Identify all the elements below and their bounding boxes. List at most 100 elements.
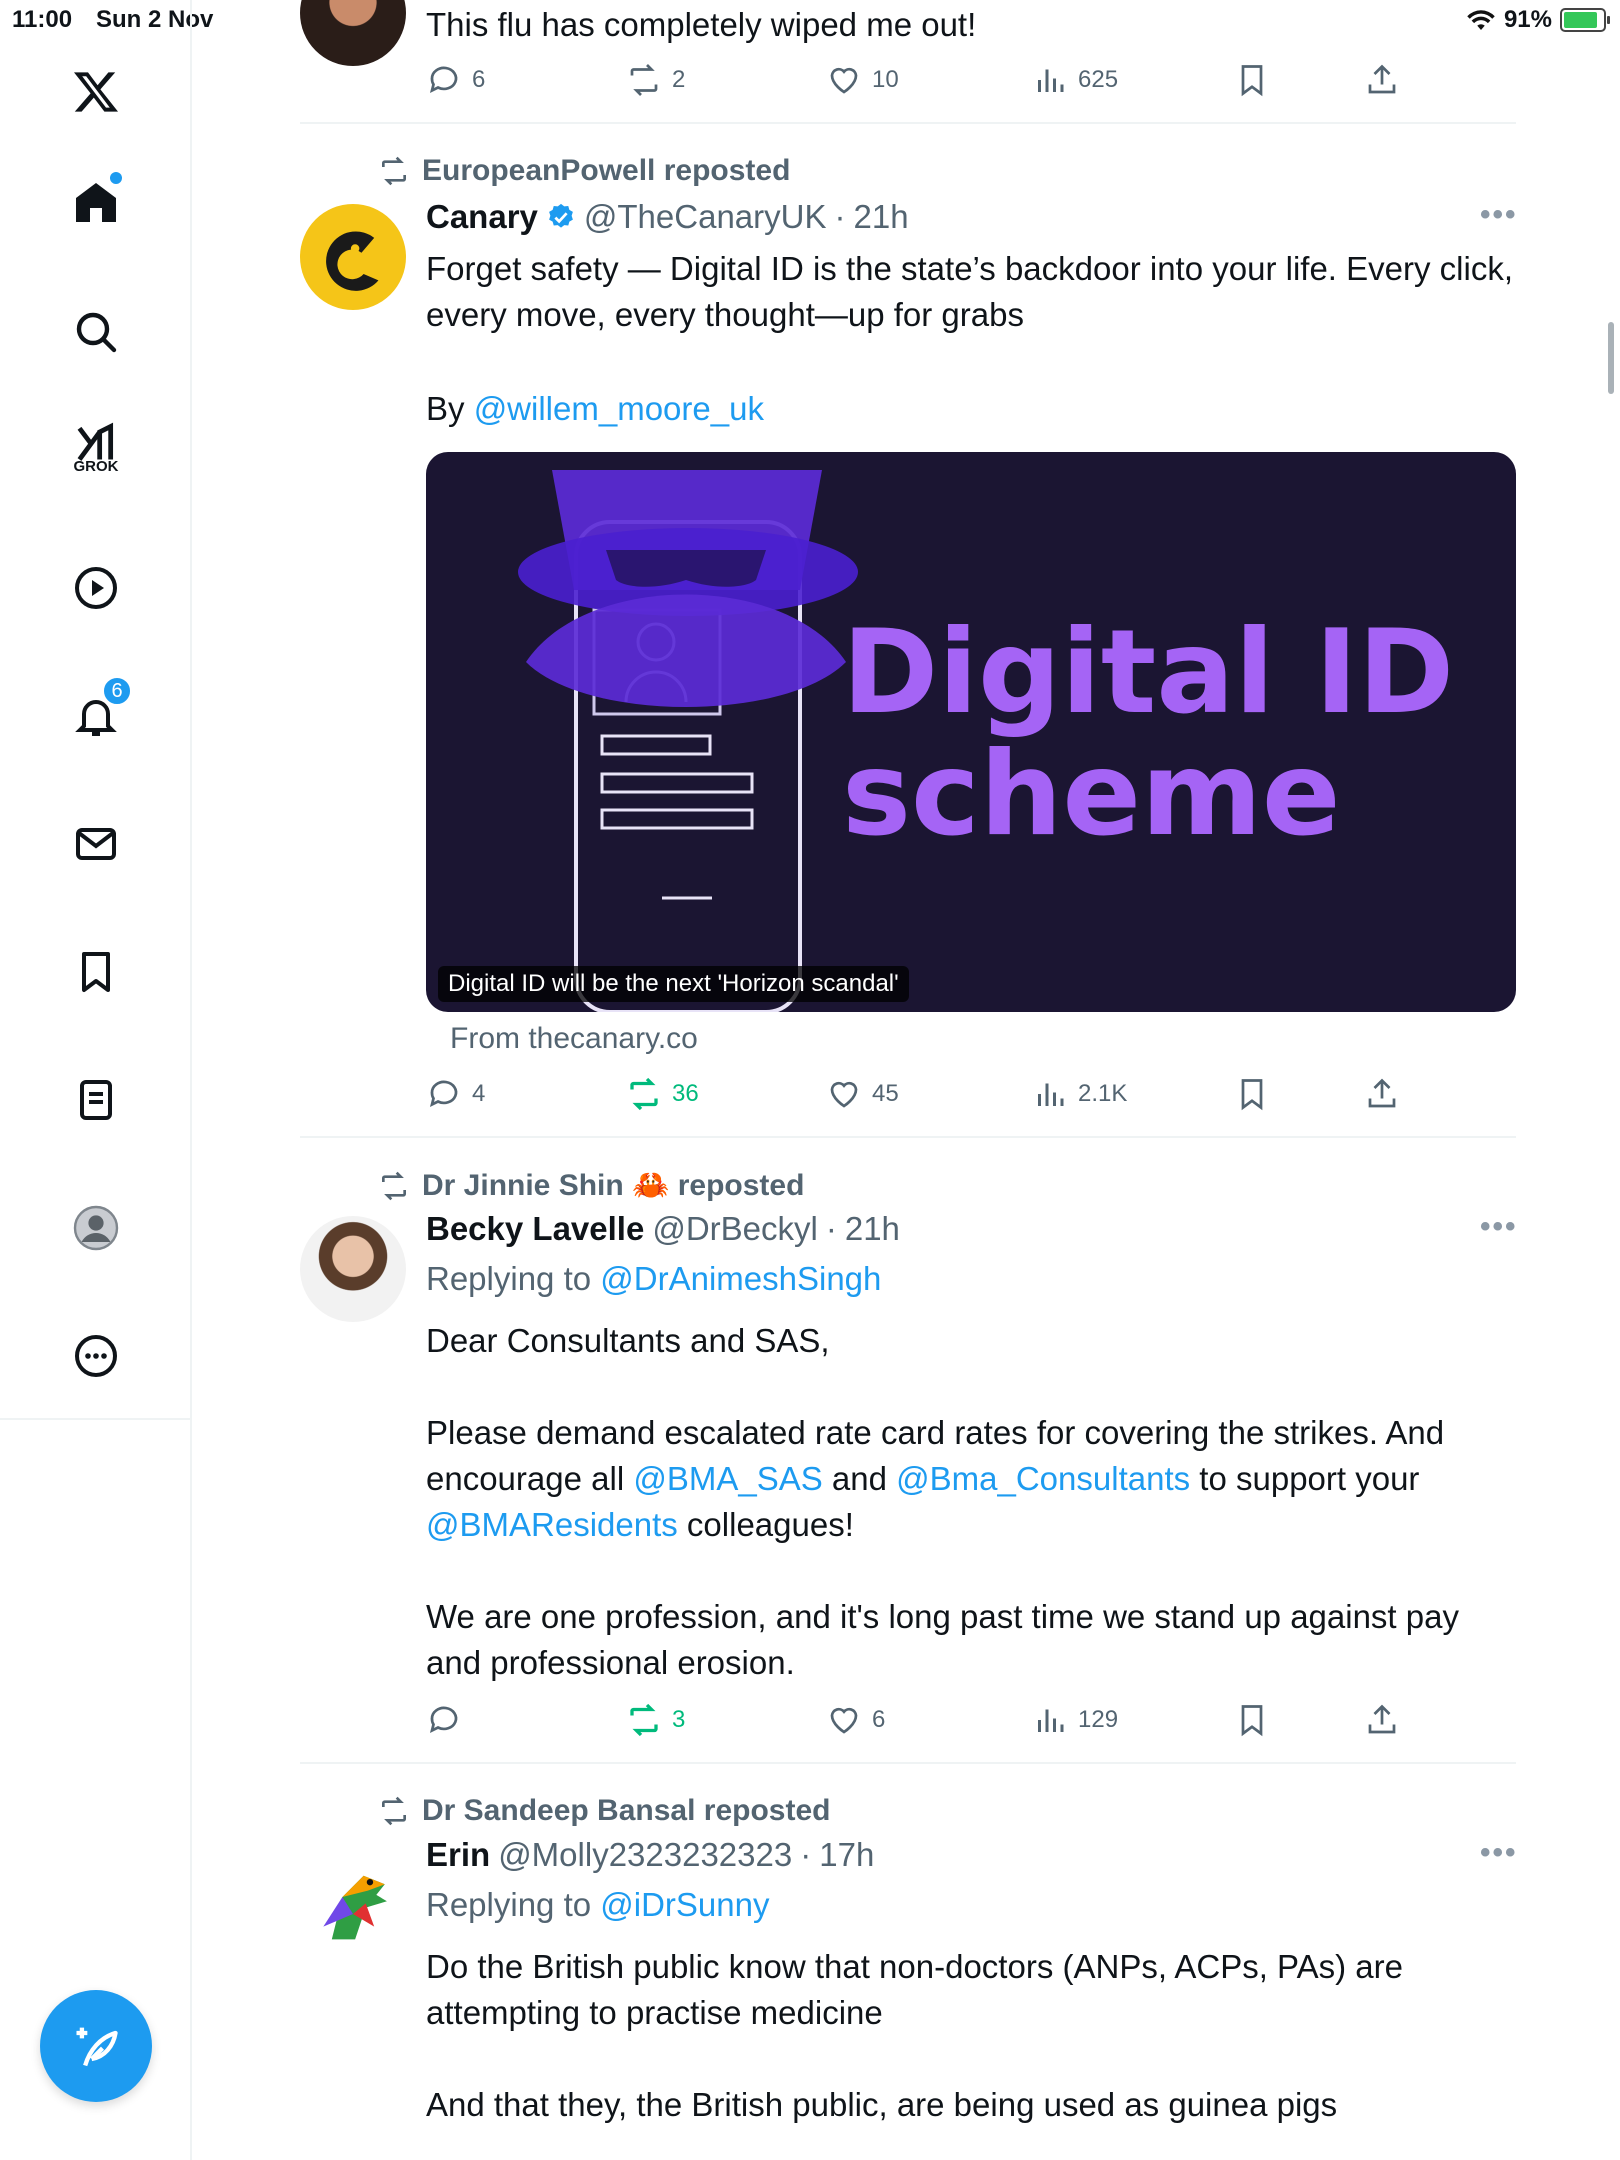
avatar[interactable]: [300, 0, 406, 66]
tweet-more-menu[interactable]: •••: [1480, 1210, 1518, 1244]
share-button[interactable]: [1364, 62, 1400, 98]
tweet-text-p1: Dear Consultants and SAS,: [426, 1322, 830, 1359]
repost-indicator: EuropeanPowell reposted: [378, 154, 790, 188]
repost-button[interactable]: 36: [626, 1076, 699, 1112]
bookmark-button[interactable]: [1234, 1076, 1270, 1112]
repost-by[interactable]: EuropeanPowell reposted: [422, 154, 790, 188]
like-button[interactable]: 45: [826, 1076, 899, 1112]
tweet-time[interactable]: 21h: [853, 198, 908, 236]
repost-count: 2: [672, 66, 686, 93]
text-span: to support your: [1190, 1460, 1420, 1497]
lists-icon[interactable]: [66, 1070, 126, 1130]
compose-post-button[interactable]: [40, 1990, 152, 2102]
avatar-erin-eagle[interactable]: [300, 1844, 406, 1950]
search-icon[interactable]: [66, 302, 126, 362]
bookmark-icon: [1241, 1705, 1263, 1737]
tweet-more-menu[interactable]: •••: [1480, 1836, 1518, 1870]
card-source[interactable]: From thecanary.co: [450, 1022, 698, 1056]
replying-prefix: Replying to: [426, 1260, 601, 1297]
sidebar-separator: [0, 1418, 192, 1420]
tweet-divider: [300, 1136, 1516, 1138]
views-count: 625: [1078, 66, 1119, 93]
tweet-text: Forget safety — Digital ID is the state’…: [426, 250, 1513, 333]
notifications-count-badge: 6: [102, 676, 132, 706]
tweet-text: This flu has completely wiped me out!: [426, 6, 977, 43]
mention-link[interactable]: @BMA_SAS: [633, 1460, 822, 1497]
grok-icon[interactable]: GROK: [66, 420, 126, 480]
bookmark-button[interactable]: [1234, 62, 1270, 98]
views-button[interactable]: 129: [1032, 1702, 1118, 1738]
repost-by[interactable]: Dr Sandeep Bansal reposted: [422, 1794, 830, 1828]
mention-link[interactable]: @willem_moore_uk: [474, 390, 764, 427]
link-card[interactable]: Digital ID scheme Digital ID will be the …: [426, 452, 1516, 1012]
messages-envelope-icon[interactable]: [66, 814, 126, 874]
author-line: Becky Lavelle @DrBeckyl · 21h: [426, 1210, 900, 1248]
reply-icon: [429, 1706, 458, 1734]
like-count: 45: [872, 1080, 899, 1107]
like-count: 6: [872, 1706, 886, 1733]
tweet-text-p3: We are one profession, and it's long pas…: [426, 1598, 1459, 1681]
repost-icon: [382, 1796, 406, 1826]
like-count: 10: [872, 66, 899, 93]
repost-icon: [630, 1077, 658, 1111]
mention-link[interactable]: @Bma_Consultants: [896, 1460, 1190, 1497]
home-icon[interactable]: [66, 172, 126, 232]
avatar-canary[interactable]: [300, 204, 406, 310]
byline-prefix: By: [426, 390, 474, 427]
reply-button[interactable]: 6: [426, 62, 485, 98]
repost-button[interactable]: 3: [626, 1702, 685, 1738]
author-line: Canary @TheCanaryUK · 21h: [426, 198, 909, 236]
text-span: and: [822, 1460, 897, 1497]
avatar-becky-lavelle[interactable]: [300, 1216, 406, 1322]
separator-dot: ·: [825, 1210, 837, 1247]
repost-icon: [630, 64, 658, 96]
repost-button[interactable]: 2: [626, 62, 685, 98]
tweet-time[interactable]: 21h: [845, 1210, 900, 1248]
tweet-time[interactable]: 17h: [819, 1836, 874, 1874]
bookmarks-icon[interactable]: [66, 942, 126, 1002]
reply-button[interactable]: [426, 1702, 472, 1738]
author-name[interactable]: Erin: [426, 1836, 490, 1874]
scrollbar-thumb[interactable]: [1608, 322, 1614, 394]
more-options-icon[interactable]: [66, 1326, 126, 1386]
like-button[interactable]: 6: [826, 1702, 885, 1738]
profile-avatar-icon[interactable]: [66, 1198, 126, 1258]
repost-by[interactable]: Dr Jinnie Shin 🦀 reposted: [422, 1168, 804, 1203]
replying-prefix: Replying to: [426, 1886, 601, 1923]
bookmark-button[interactable]: [1234, 1702, 1270, 1738]
replying-to-link[interactable]: @DrAnimeshSingh: [600, 1260, 881, 1297]
video-icon[interactable]: [66, 558, 126, 618]
reply-count: 4: [472, 1080, 486, 1107]
x-logo-icon[interactable]: [66, 62, 126, 122]
reply-button[interactable]: 4: [426, 1076, 485, 1112]
replying-to-link[interactable]: @iDrSunny: [600, 1886, 769, 1923]
views-count: 129: [1078, 1706, 1119, 1733]
views-button[interactable]: 2.1K: [1032, 1076, 1127, 1112]
author-name[interactable]: Becky Lavelle: [426, 1210, 644, 1248]
tweet-text-p2: Please demand escalated rate card rates …: [426, 1410, 1516, 1548]
author-handle[interactable]: @TheCanaryUK: [584, 198, 827, 236]
notifications-bell-icon[interactable]: 6: [66, 676, 132, 746]
views-button[interactable]: 625: [1032, 62, 1118, 98]
tweet-actions: 6 2 10 625: [426, 62, 1426, 110]
views-bar-chart-icon: [1038, 1709, 1064, 1732]
share-icon: [1368, 1078, 1396, 1108]
share-button[interactable]: [1364, 1076, 1400, 1112]
repost-indicator: Dr Sandeep Bansal reposted: [378, 1794, 830, 1828]
tweet-actions: 4 36 45 2.1K: [426, 1076, 1426, 1124]
share-icon: [1368, 1704, 1396, 1734]
verified-badge-icon: [549, 203, 573, 228]
card-title: Digital ID scheme: [842, 612, 1454, 856]
repost-indicator: Dr Jinnie Shin 🦀 reposted: [378, 1168, 804, 1203]
share-button[interactable]: [1364, 1702, 1400, 1738]
author-handle[interactable]: @Molly2323232323: [498, 1836, 792, 1874]
author-handle[interactable]: @DrBeckyl: [652, 1210, 818, 1248]
tweet-more-menu[interactable]: •••: [1480, 198, 1518, 232]
tweet-actions: 3 6 129: [426, 1702, 1426, 1750]
author-name[interactable]: Canary: [426, 198, 538, 236]
repost-icon: [382, 156, 406, 186]
mention-link[interactable]: @BMAResidents: [426, 1506, 678, 1543]
like-button[interactable]: 10: [826, 62, 899, 98]
repost-count: 36: [672, 1080, 699, 1107]
author-line: Erin @Molly2323232323 · 17h: [426, 1836, 874, 1874]
